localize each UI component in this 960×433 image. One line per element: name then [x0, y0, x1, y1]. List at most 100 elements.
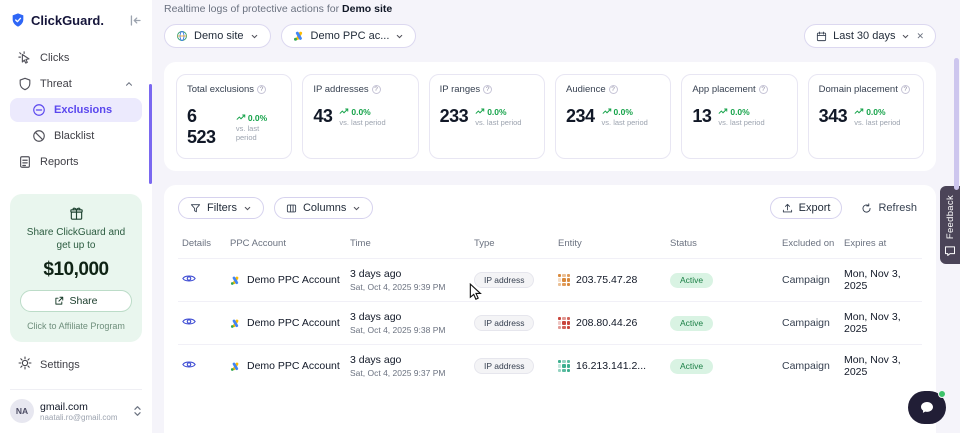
- sidebar-item-label: Clicks: [40, 52, 69, 64]
- sidebar-item-blacklist[interactable]: Blacklist: [10, 124, 142, 148]
- google-ads-icon: [230, 361, 241, 372]
- sidebar-item-clicks[interactable]: Clicks: [10, 46, 142, 70]
- col-header-status[interactable]: Status: [666, 232, 778, 259]
- share-button-label: Share: [69, 295, 97, 307]
- details-eye-button[interactable]: [182, 316, 196, 327]
- trend-period: vs. last period: [339, 118, 385, 127]
- trend-up-icon: [854, 108, 864, 115]
- threat-submenu: Exclusions Blacklist: [10, 98, 142, 148]
- table-row: Demo PPC Account 3 days agoSat, Oct 4, 2…: [178, 302, 922, 345]
- site-filter-dropdown[interactable]: Demo site: [164, 24, 271, 48]
- refresh-button[interactable]: Refresh: [856, 197, 922, 219]
- type-badge: IP address: [474, 358, 534, 374]
- sidebar-collapse-button[interactable]: [129, 14, 142, 27]
- col-header-excluded-on[interactable]: Excluded on: [778, 232, 840, 259]
- date-range-dropdown[interactable]: Last 30 days ✕: [804, 24, 936, 48]
- external-link-icon: [54, 296, 64, 306]
- table-header-row: Details PPC Account Time Type Entity Sta…: [178, 232, 922, 259]
- export-icon: [782, 203, 793, 214]
- excluded-on-value: Campaign: [778, 345, 840, 388]
- clear-filter-icon[interactable]: ✕: [916, 32, 924, 41]
- stat-value: 343: [819, 106, 848, 127]
- details-eye-button[interactable]: [182, 359, 196, 370]
- user-menu[interactable]: NA gmail.com naatali.ro@gmail.com: [10, 389, 142, 423]
- feedback-label: Feedback: [945, 195, 956, 239]
- sidebar-item-label: Reports: [40, 156, 79, 168]
- chat-launcher-button[interactable]: [908, 391, 946, 424]
- sidebar-item-settings[interactable]: Settings: [10, 350, 142, 379]
- info-icon[interactable]: ?: [901, 85, 910, 94]
- col-header-time[interactable]: Time: [346, 232, 470, 259]
- site-filter-value: Demo site: [194, 30, 244, 42]
- entity-value: 203.75.47.28: [576, 274, 637, 286]
- stat-value: 6 523: [187, 106, 229, 148]
- entity-identicon: [558, 360, 570, 372]
- table-row: Demo PPC Account 3 days ago Sat, Oct 4, 2…: [178, 345, 922, 388]
- refresh-icon: [861, 203, 872, 214]
- affiliate-link[interactable]: Click to Affiliate Program: [20, 320, 132, 332]
- trend-value: 0.0%: [866, 107, 885, 117]
- info-icon[interactable]: ?: [609, 85, 618, 94]
- filters-button[interactable]: Filters: [178, 197, 264, 219]
- app-root: ClickGuard. Clicks Threat Exclusions: [0, 0, 960, 433]
- sidebar-item-exclusions[interactable]: Exclusions: [10, 98, 142, 122]
- stat-card-audience: Audience? 234 0.0%vs. last period: [555, 74, 671, 159]
- col-header-ppc-account[interactable]: PPC Account: [226, 232, 346, 259]
- feedback-tab[interactable]: Feedback: [940, 186, 960, 264]
- page-scrollbar[interactable]: [954, 58, 959, 190]
- avatar: NA: [10, 399, 34, 423]
- time-relative: 3 days ago: [350, 354, 466, 366]
- info-icon[interactable]: ?: [372, 85, 381, 94]
- trend-value: 0.0%: [248, 113, 267, 123]
- google-ads-icon: [293, 30, 305, 42]
- chevron-down-icon: [395, 32, 404, 41]
- trend-period: vs. last period: [475, 118, 521, 127]
- columns-button-label: Columns: [303, 202, 346, 214]
- col-header-expires-at[interactable]: Expires at: [840, 232, 922, 259]
- status-badge: Active: [670, 316, 713, 331]
- info-icon[interactable]: ?: [483, 85, 492, 94]
- trend-value: 0.0%: [487, 107, 506, 117]
- account-filter-dropdown[interactable]: Demo PPC ac...: [281, 24, 417, 48]
- sidebar-item-reports[interactable]: Reports: [10, 150, 142, 174]
- entity-identicon: [558, 317, 570, 329]
- globe-icon: [176, 30, 188, 42]
- trend-period: vs. last period: [236, 124, 282, 142]
- trend-value: 0.0%: [614, 107, 633, 117]
- chevron-down-icon: [352, 204, 361, 213]
- page-subtitle: Realtime logs of protective actions for …: [164, 3, 936, 15]
- ppc-account-name: Demo PPC Account: [247, 274, 340, 286]
- col-header-entity[interactable]: Entity: [554, 232, 666, 259]
- info-icon[interactable]: ?: [257, 85, 266, 94]
- expires-at-value: Mon, Nov 3, 2025: [840, 302, 922, 345]
- time-absolute: Sat, Oct 4, 2025 9:37 PM: [350, 368, 466, 378]
- stat-value: 43: [313, 106, 332, 127]
- sidebar-item-label: Blacklist: [54, 130, 94, 142]
- settings-label: Settings: [40, 359, 80, 371]
- stat-card-ip-addresses: IP addresses? 43 0.0%vs. last period: [302, 74, 418, 159]
- sidebar-header: ClickGuard.: [10, 12, 142, 28]
- columns-button[interactable]: Columns: [274, 197, 373, 219]
- trend-period: vs. last period: [718, 118, 764, 127]
- brand-name: ClickGuard.: [31, 13, 104, 28]
- stat-value: 233: [440, 106, 469, 127]
- export-button[interactable]: Export: [770, 197, 843, 219]
- sidebar-item-threat[interactable]: Threat: [10, 72, 142, 96]
- stat-value: 13: [692, 106, 711, 127]
- excluded-on-value: Campaign: [778, 302, 840, 345]
- trend-value: 0.0%: [351, 107, 370, 117]
- expires-at-value: Mon, Nov 3, 2025: [840, 259, 922, 302]
- time-absolute: Sat, Oct 4, 2025 9:39 PM: [350, 282, 466, 292]
- type-badge: IP address: [474, 315, 534, 331]
- main-content: Realtime logs of protective actions for …: [152, 0, 960, 433]
- info-icon[interactable]: ?: [759, 85, 768, 94]
- time-relative: 3 days ago: [350, 311, 466, 323]
- details-eye-button[interactable]: [182, 273, 196, 284]
- google-ads-icon: [230, 318, 241, 329]
- stat-card-domain-placement: Domain placement? 343 0.0%vs. last perio…: [808, 74, 924, 159]
- cursor-click-icon: [18, 51, 32, 65]
- ppc-account-name: Demo PPC Account: [247, 360, 340, 372]
- share-button[interactable]: Share: [20, 290, 132, 312]
- col-header-details[interactable]: Details: [178, 232, 226, 259]
- col-header-type[interactable]: Type: [470, 232, 554, 259]
